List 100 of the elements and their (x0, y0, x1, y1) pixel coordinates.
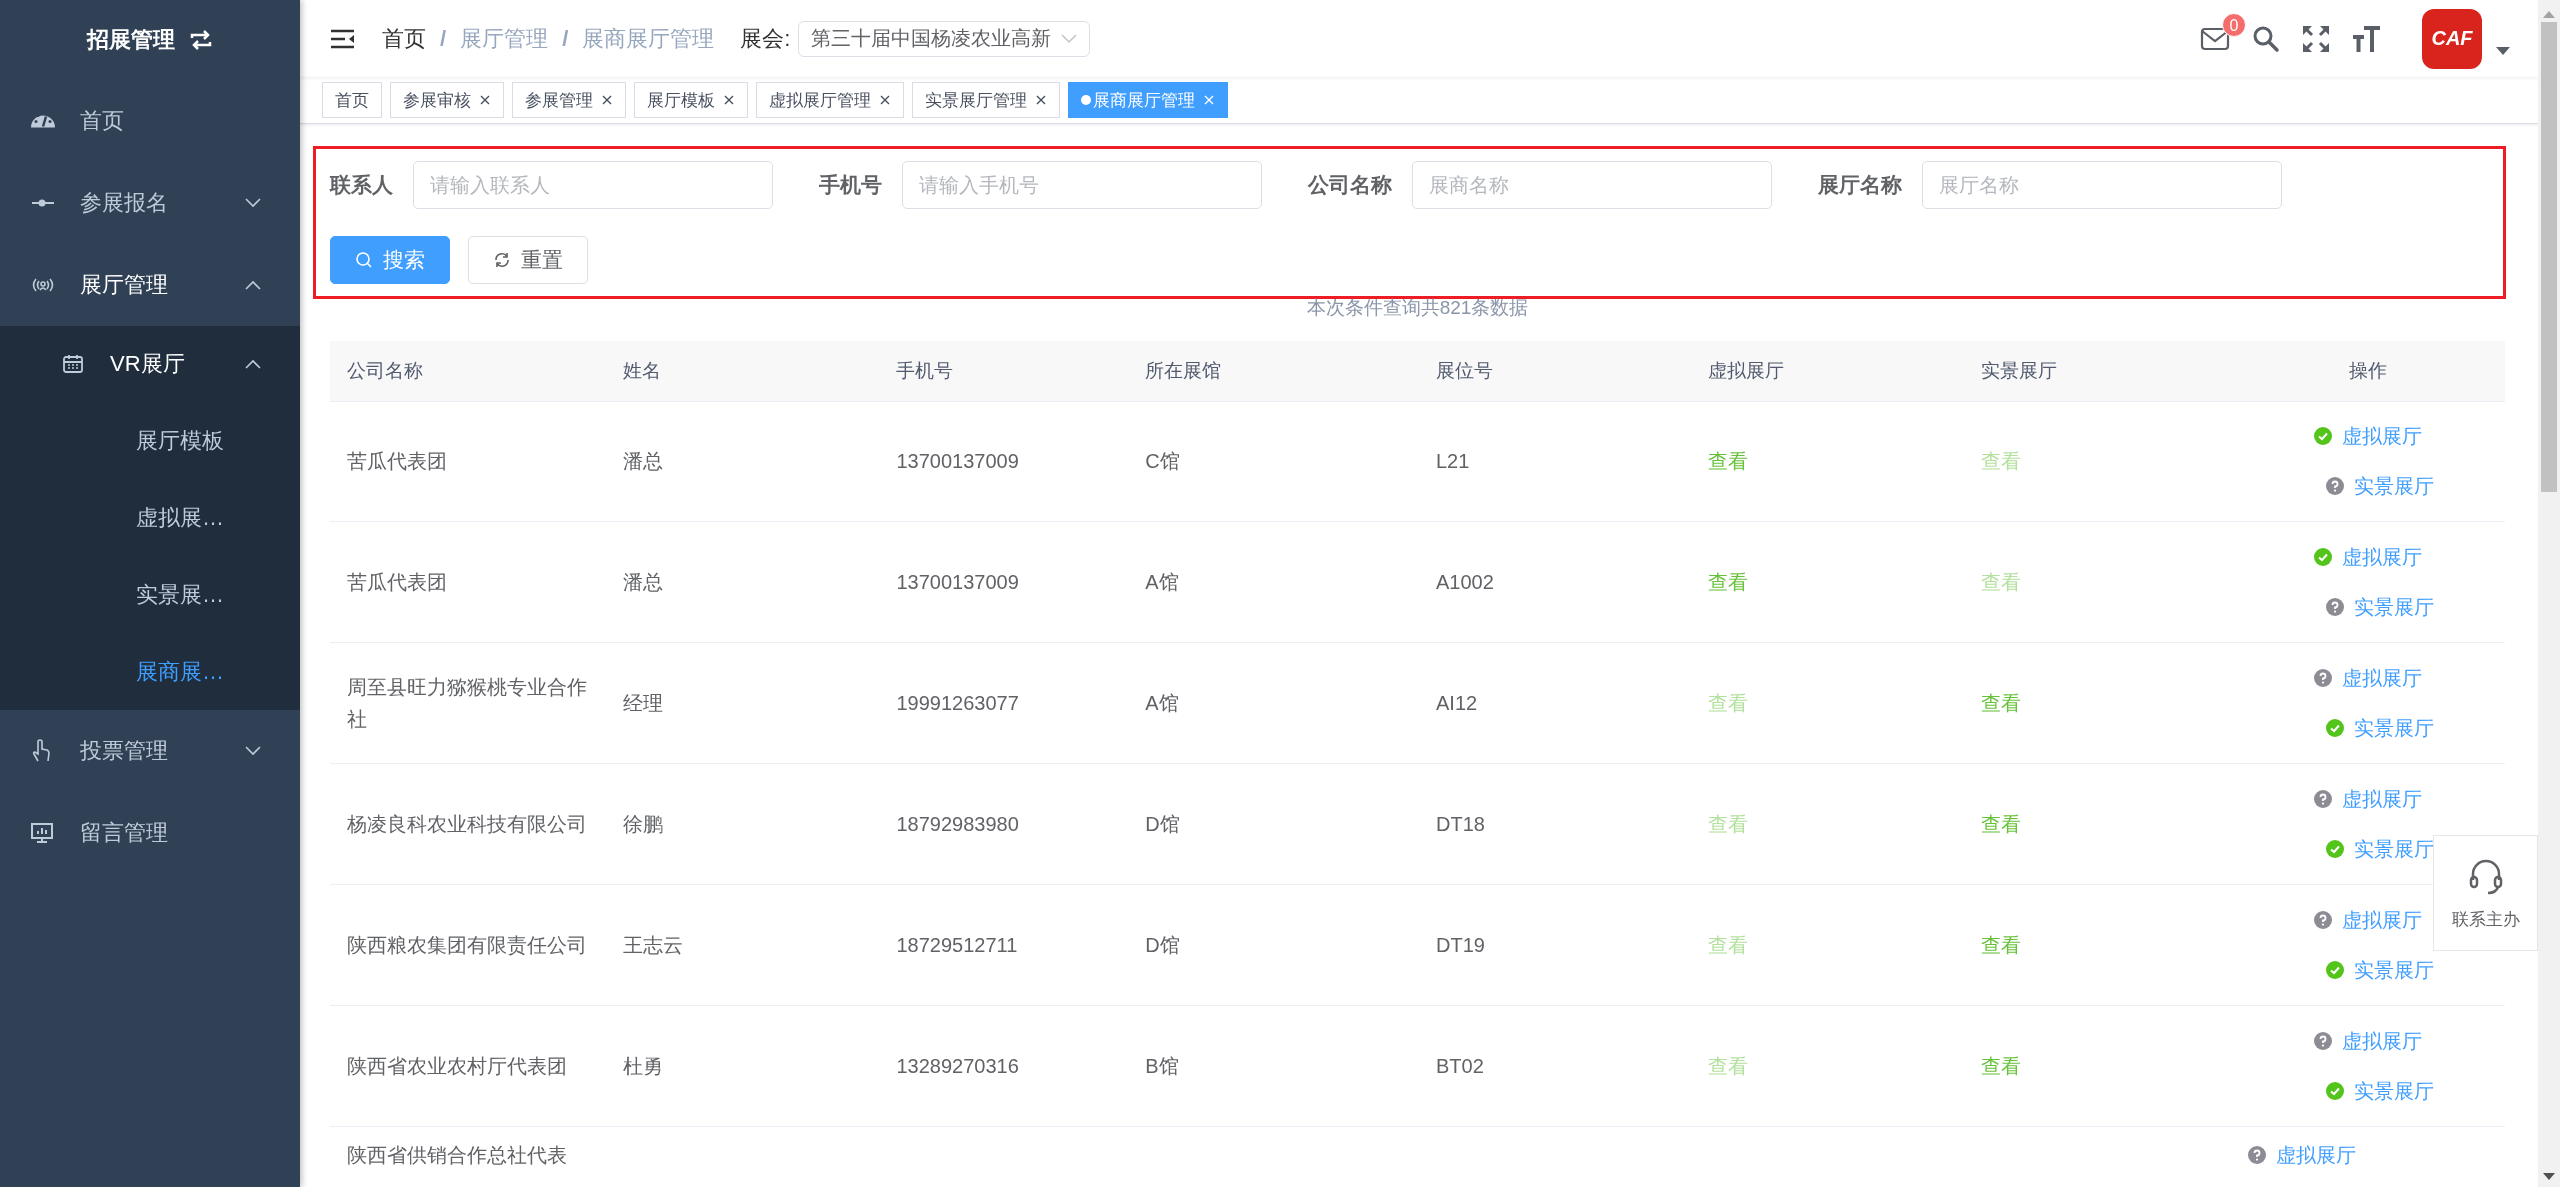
view-link[interactable]: 查看 (1981, 566, 2022, 598)
menu-item[interactable]: 实景展… (0, 556, 300, 633)
breadcrumb-link[interactable]: 首页 (382, 23, 426, 54)
view-link[interactable]: 查看 (1981, 929, 2022, 961)
action-link[interactable]: 实景展厅 (2354, 470, 2435, 502)
action-link[interactable]: 虚拟展厅 (2342, 783, 2423, 815)
menu-item[interactable]: 展商展… (0, 633, 300, 710)
input-field[interactable]: 请输入手机号 (902, 161, 1262, 209)
view-link[interactable]: 查看 (1981, 1050, 2022, 1082)
table-cell-text: 苦瓜代表团 (347, 449, 447, 474)
view-link[interactable]: 查看 (1981, 445, 2022, 477)
column-header: 展位号 (1436, 359, 1493, 383)
close-icon[interactable] (879, 94, 891, 106)
table-cell-text: 徐鹏 (622, 812, 663, 837)
table-cell-text: AI12 (1436, 691, 1478, 716)
tab[interactable]: 实景展厅管理 (912, 82, 1060, 118)
breadcrumb-link[interactable]: 展厅管理 (460, 23, 549, 54)
close-icon[interactable] (601, 94, 613, 106)
menu-item[interactable]: 虚拟展… (0, 479, 300, 556)
action-link[interactable]: 实景展厅 (2354, 954, 2435, 986)
tab[interactable]: 展商展厅管理 (1068, 82, 1228, 118)
action-link[interactable]: 虚拟展厅 (2342, 420, 2423, 452)
action-link[interactable]: 虚拟展厅 (2276, 1139, 2357, 1171)
search-icon (355, 251, 373, 269)
menu-item[interactable]: 展厅模板 (0, 402, 300, 479)
action-link[interactable]: 实景展厅 (2354, 591, 2435, 623)
table-cell-text: 潘总 (622, 570, 663, 595)
column-header: 虚拟展厅 (1707, 359, 1784, 383)
view-link[interactable]: 查看 (1981, 687, 2022, 719)
action-link[interactable]: 实景展厅 (2354, 712, 2435, 744)
field-label: 展会: (740, 24, 791, 53)
menu-item[interactable]: 留言管理 (0, 792, 300, 874)
view-link[interactable]: 查看 (1707, 445, 1748, 477)
table-cell-text: 13289270316 (896, 1054, 1019, 1079)
view-link[interactable]: 查看 (1707, 808, 1748, 840)
table-cell-text: A馆 (1145, 691, 1179, 716)
input-field[interactable]: 展商名称 (1412, 161, 1772, 209)
view-link[interactable]: 查看 (1707, 566, 1748, 598)
input-field[interactable]: 请输入联系人 (413, 161, 773, 209)
font-size-icon[interactable] (2352, 24, 2380, 53)
table-cell-text: 周至县旺力猕猴桃专业合作社 (347, 675, 588, 732)
menu-item[interactable]: VR展厅 (0, 326, 300, 402)
table-cell-text: DT19 (1436, 933, 1485, 958)
field-label: 展厅名称 (1818, 172, 1902, 198)
view-link[interactable]: 查看 (1707, 929, 1748, 961)
table-cell-text: B馆 (1145, 1054, 1179, 1079)
table-cell-text: 潘总 (622, 449, 663, 474)
menu-item[interactable]: 展厅管理 (0, 244, 300, 326)
column-header: 公司名称 (347, 359, 423, 383)
action-link[interactable]: 实景展厅 (2354, 833, 2435, 865)
action-link[interactable]: 虚拟展厅 (2342, 904, 2423, 936)
table-cell-text: 18729512711 (896, 933, 1018, 958)
caret-icon[interactable] (2496, 46, 2510, 55)
table-cell-text: 18792983980 (896, 812, 1019, 837)
fullscreen-icon[interactable] (2302, 24, 2330, 53)
table-cell-text: DT18 (1436, 812, 1485, 837)
reset-button[interactable]: 重置 (468, 236, 588, 284)
table-cell-text: 13700137009 (896, 570, 1019, 595)
event-select[interactable]: 第三十届中国杨凌农业高新 (798, 20, 1091, 57)
table-cell-text: 13700137009 (896, 449, 1019, 474)
contact-label[interactable]: 联系主办 (2451, 907, 2520, 931)
view-link[interactable]: 查看 (1981, 808, 2022, 840)
close-icon[interactable] (1035, 94, 1047, 106)
breadcrumb-separator: / (440, 25, 447, 52)
menu-item[interactable]: 首页 (0, 80, 300, 162)
action-link[interactable]: 虚拟展厅 (2342, 541, 2423, 573)
table-cell-text: D馆 (1145, 933, 1180, 958)
view-link[interactable]: 查看 (1707, 687, 1748, 719)
action-link[interactable]: 虚拟展厅 (2342, 662, 2423, 694)
tab[interactable]: 参展审核 (390, 82, 504, 118)
table-cell-text: A1002 (1436, 570, 1494, 595)
action-link[interactable]: 虚拟展厅 (2342, 1025, 2423, 1057)
breadcrumb-link[interactable]: 展商展厅管理 (582, 23, 715, 54)
breadcrumb-separator: / (562, 25, 569, 52)
field-label: 手机号 (819, 172, 882, 198)
table-cell-text: L21 (1436, 449, 1470, 474)
table-cell-text: A馆 (1145, 570, 1179, 595)
table-cell-text: 陕西粮农集团有限责任公司 (347, 933, 587, 958)
swap-icon[interactable] (189, 30, 213, 50)
column-header: 姓名 (622, 359, 661, 383)
column-header: 实景展厅 (1981, 359, 2058, 383)
search-icon[interactable] (2252, 24, 2280, 53)
close-icon[interactable] (723, 94, 735, 106)
search-button[interactable]: 搜索 (330, 236, 450, 284)
menu-item[interactable]: 投票管理 (0, 710, 300, 792)
action-link[interactable]: 实景展厅 (2354, 1075, 2435, 1107)
table-cell-text: D馆 (1145, 812, 1180, 837)
app-title: 招展管理 (87, 26, 175, 54)
tab[interactable]: 首页 (322, 82, 382, 118)
table-cell-text: 陕西省农业农村厅代表团 (347, 1054, 567, 1079)
menu-item[interactable]: 参展报名 (0, 162, 300, 244)
mail-icon[interactable] (2200, 26, 2230, 51)
tab[interactable]: 展厅模板 (634, 82, 748, 118)
refresh-icon (493, 251, 511, 269)
notification-badge: 0 (2222, 12, 2246, 37)
view-link[interactable]: 查看 (1707, 1050, 1748, 1082)
close-icon[interactable] (479, 94, 491, 106)
tab[interactable]: 参展管理 (512, 82, 626, 118)
tab[interactable]: 虚拟展厅管理 (756, 82, 904, 118)
input-field[interactable]: 展厅名称 (1922, 161, 2282, 209)
